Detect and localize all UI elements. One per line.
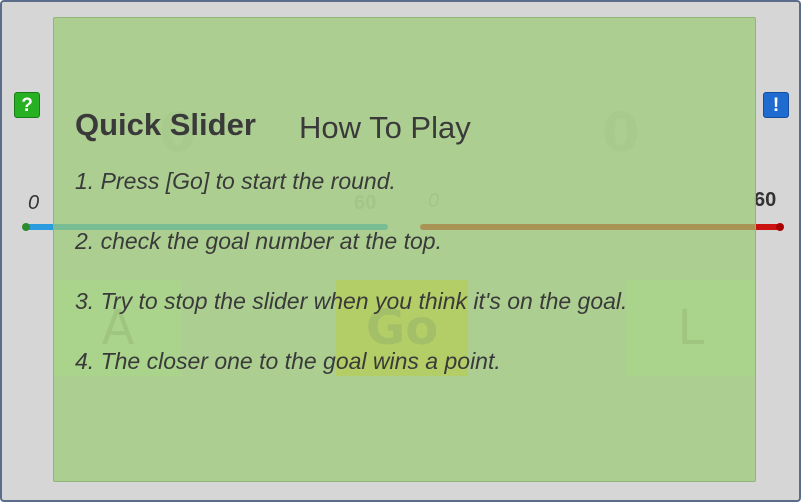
instruction-item: 4. The closer one to the goal wins a poi… [75, 348, 501, 374]
slider-min-value: 0 [28, 192, 40, 214]
overlay-subtitle: How To Play [299, 110, 471, 145]
overlay-title: Quick Slider [75, 107, 256, 142]
right-slider-end-cap [776, 223, 784, 231]
instruction-item: 3. Try to stop the slider when you think… [75, 288, 628, 314]
help-button[interactable]: ? [14, 92, 40, 118]
instruction-item: 1. Press [Go] to start the round. [75, 168, 396, 194]
info-button[interactable]: ! [763, 92, 789, 118]
instruction-item: 2. check the goal number at the top. [75, 228, 442, 254]
slider-max-value: 60 [754, 189, 777, 211]
left-slider-end-cap [22, 223, 30, 231]
how-to-play-overlay[interactable]: Quick Slider How To Play 1. Press [Go] t… [53, 17, 756, 482]
game-frame: 0 0 ? ! 0 60 60 0 A Go L Quick Slider Ho… [0, 0, 801, 502]
